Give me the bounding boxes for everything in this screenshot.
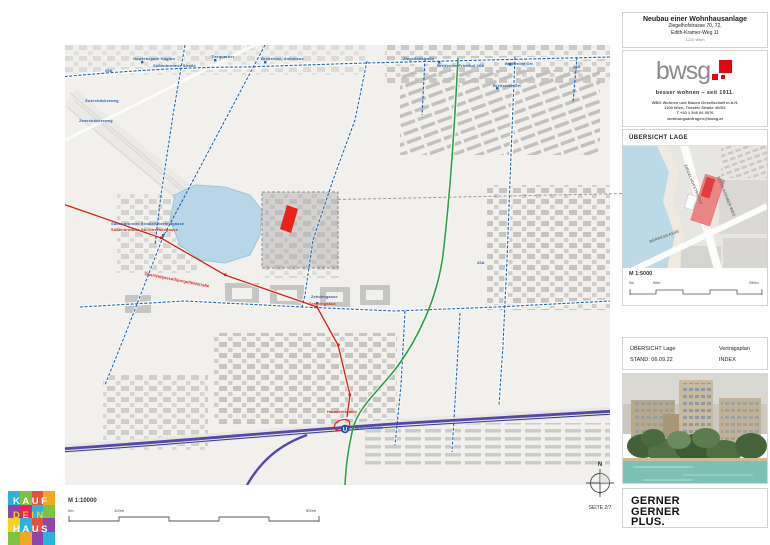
overview-map-graphics [623, 146, 767, 268]
overview-map: ZIEGELHOFSTRASSE EDITH-KRAMER-WEG BERRES… [623, 146, 767, 268]
main-scale-label: M 1:10000 [68, 498, 328, 504]
main-scale-ticks: 0m 100m 500m [68, 508, 328, 514]
rendering-image [623, 374, 767, 484]
map-street-label: Gewerbepark Kagran [133, 57, 175, 61]
kdh-line1: KAUF [13, 495, 50, 509]
overview-scale-bar [629, 288, 763, 296]
project-city: 1220 Wien [623, 37, 767, 42]
map-street-label: Ziegelhofstraße [403, 57, 434, 61]
overview-scale: M 1:5000 0m 50m 250m [623, 268, 767, 296]
map-street-label: 26A [573, 65, 581, 69]
north-arrow: N SEITE 2/7 [578, 462, 622, 511]
map-street-label: Zehdengasse [309, 302, 336, 306]
kdh-line2: DEIN [13, 509, 50, 523]
svg-text:U: U [343, 427, 347, 433]
map-street-label: Zehdengasse [311, 295, 338, 299]
map-street-label: 26A [105, 69, 113, 73]
bwsg-block: bwsg besser wohnen – seit 1911. WBG Wohn… [622, 50, 768, 127]
tick: 100m [114, 508, 124, 513]
project-rendering [622, 373, 768, 484]
tick: 500m [306, 508, 316, 513]
map-street-label: Hausfeldstraße [353, 426, 383, 430]
development-area-overlay [262, 192, 338, 268]
compass-icon [585, 468, 615, 498]
bwsg-logo: bwsg [623, 59, 767, 87]
map-street-label: Hausfeldstraße [327, 410, 357, 414]
map-graphics: U [65, 45, 610, 485]
tick: 0m [68, 508, 74, 513]
gerner-line1: GERNER [631, 496, 767, 507]
plan-category: Vertragsplan [719, 344, 750, 355]
site-map: U 26A Gewerbepark Kagran Tierquartier Breit… [65, 45, 610, 485]
bwsg-wordmark: bwsg [656, 59, 710, 83]
map-street-label: Breitenlee Friedhof 26A [437, 64, 484, 68]
map-street-label: Zwerchäckerweg [79, 119, 113, 123]
title-block: Neubau einer Wohnhausanlage Ziegelhofstr… [622, 12, 768, 48]
plan-info-block: ÜBERSICHT Lage STAND: 06.09.22 Vertragsp… [622, 337, 768, 370]
tick: 250m [749, 281, 759, 285]
overview-scale-ticks: 0m 50m 250m [629, 281, 761, 287]
bwsg-contact: WBG Wohnen und Bauen Gesellschaft m.b.H.… [623, 100, 767, 121]
bwsg-email: wohnungsanfragen@bwsg.at [623, 116, 767, 121]
map-street-label: Süßenbrunner Straße [153, 64, 196, 68]
kauf-dein-haus-logo: KAUF DEIN HAUS [8, 491, 55, 545]
map-street-label: 26A [477, 261, 485, 265]
plan-sheet: U 26A Gewerbepark Kagran Tierquartier Breit… [0, 0, 770, 545]
map-street-label: Zwerchäckerweg [85, 99, 119, 103]
gerner-line3: PLUS. [631, 517, 767, 528]
plan-index: INDEX [719, 355, 750, 366]
plan-date: STAND: 06.09.22 [630, 355, 675, 366]
map-street-label: Breitenlee Ort [493, 84, 521, 88]
kdh-line3: HAUS [13, 523, 50, 537]
bwsg-tagline: besser wohnen – seit 1911. [623, 90, 767, 96]
project-title: Neubau einer Wohnhausanlage [623, 16, 767, 23]
map-street-label: Tierquartier [211, 55, 234, 59]
page-number: SEITE 2/7 [578, 505, 622, 511]
gerner-logo: GERNER GERNER PLUS. [623, 489, 767, 528]
map-street-label: Breitenlee Ort [505, 62, 533, 66]
main-map-scale: M 1:10000 0m 100m 500m [68, 498, 328, 523]
map-street-label: Süßenbrunner Str./Oberfeldgasse [111, 228, 178, 232]
kdh-wordmark: KAUF DEIN HAUS [13, 495, 50, 537]
bwsg-pixel-mark-icon [712, 59, 734, 85]
tick: 0m [629, 281, 634, 285]
project-address-2: Edith-Kramer-Weg 11 [623, 30, 767, 37]
plan-type-label: ÜBERSICHT Lage [630, 344, 675, 355]
overview-panel: ÜBERSICHT LAGE [622, 129, 768, 306]
architect-logo-block: GERNER GERNER PLUS. [622, 488, 768, 528]
main-scale-bar [68, 515, 320, 523]
map-street-label: Breitenlee, Amtshaus [261, 57, 304, 61]
overview-scale-label: M 1:5000 [629, 271, 761, 277]
map-street-label: Süßenbrunner Straße/Oberfeldgasse [111, 222, 184, 226]
overview-title: ÜBERSICHT LAGE [623, 130, 767, 146]
tick: 50m [653, 281, 660, 285]
